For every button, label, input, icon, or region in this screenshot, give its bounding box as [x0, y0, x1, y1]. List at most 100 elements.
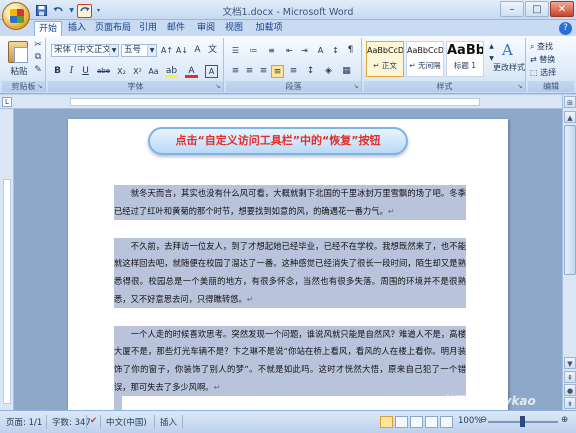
previous-page-icon[interactable]: ⇞ — [564, 371, 576, 383]
line-spacing-icon[interactable]: ↕ — [304, 65, 317, 78]
clear-format-button[interactable]: A — [191, 44, 204, 57]
proofing-icon[interactable]: ✔ — [90, 416, 97, 426]
tab-references[interactable]: 引用 — [136, 21, 160, 36]
highlight-icon[interactable]: ab — [165, 65, 178, 78]
vertical-ruler-track — [3, 179, 11, 404]
scroll-thumb[interactable] — [564, 125, 576, 275]
outline-view-icon[interactable] — [425, 416, 438, 428]
scroll-up-icon[interactable]: ▲ — [564, 111, 576, 123]
bullets-icon[interactable]: ☰ — [229, 44, 242, 57]
full-screen-reading-icon[interactable] — [395, 416, 408, 428]
tab-view[interactable]: 视图 — [222, 21, 246, 36]
language-indicator[interactable]: 中文(中国) — [106, 416, 147, 428]
style-heading-1[interactable]: AaBb 标题 1 — [446, 41, 484, 77]
tab-addins[interactable]: 加载项 — [252, 21, 286, 36]
document-page[interactable]: 点击“自定义访问工具栏”中的“恢复”按钮 就冬天而言，其实也没有什么风可看，大概… — [68, 119, 508, 410]
page-count[interactable]: 页面: 1/1 — [6, 416, 42, 428]
office-button[interactable] — [2, 2, 30, 30]
clipboard-launcher-icon[interactable]: ↘ — [36, 83, 44, 91]
font-name-value: 宋体 (中文正文) — [54, 45, 115, 55]
print-layout-icon[interactable] — [380, 416, 393, 428]
tab-mailings[interactable]: 邮件 — [164, 21, 188, 36]
help-icon[interactable]: ? — [559, 22, 572, 35]
zoom-in-icon[interactable]: ⊕ — [561, 415, 568, 425]
decrease-indent-icon[interactable]: ⇤ — [283, 44, 296, 57]
bold-button[interactable]: B — [51, 65, 64, 78]
chevron-down-icon: ▼ — [109, 45, 118, 56]
ruler-toggle-icon[interactable]: ⊞ — [564, 96, 576, 108]
increase-indent-icon[interactable]: ⇥ — [298, 44, 311, 57]
word-count[interactable]: 字数: 347 — [52, 416, 91, 428]
change-case-icon[interactable]: Aa — [147, 65, 160, 78]
show-marks-icon[interactable]: ¶ — [344, 44, 357, 57]
watermark: 考无忧 Easykao — [440, 394, 536, 408]
zoom-out-icon[interactable]: ⊖ — [480, 415, 487, 425]
select-button[interactable]: ⬚ 选择 — [530, 66, 556, 79]
find-button[interactable]: ⌕ 查找 — [530, 40, 553, 53]
empty-paragraph[interactable] — [114, 396, 122, 410]
tab-home[interactable]: 开始 — [34, 21, 62, 36]
paragraph[interactable]: 就冬天而言，其实也没有什么风可看，大概就剩下北国的千里冰封万里雪飘的场了吧。冬季… — [114, 185, 466, 221]
insert-mode[interactable]: 插入 — [160, 416, 177, 428]
shading-icon[interactable]: ◈ — [322, 65, 335, 78]
close-icon[interactable]: ✕ — [550, 1, 574, 17]
change-styles-label: 更改样式 — [493, 63, 525, 72]
tab-insert[interactable]: 插入 — [64, 21, 90, 36]
zoom-level[interactable]: 100% — [458, 416, 482, 426]
italic-button[interactable]: I — [65, 65, 78, 78]
justify-icon[interactable]: ≡ — [271, 65, 284, 78]
vertical-scrollbar[interactable]: ⊞ ▲ ▼ ⇞ ● ⇟ — [562, 95, 576, 410]
chinese-layout-icon[interactable]: A — [314, 44, 327, 57]
tab-selector-icon[interactable]: L — [2, 97, 12, 107]
editing-group: ⌕ 查找 ⇄ 替换 ⬚ 选择 编辑 — [528, 38, 574, 92]
draft-view-icon[interactable] — [440, 416, 453, 428]
font-group: 宋体 (中文正文) ▼ 五号 ▼ A↑ A↓ A 文 B I U abe X₂ … — [48, 38, 224, 92]
paste-icon[interactable] — [8, 41, 28, 63]
cut-icon[interactable]: ✂ — [32, 40, 44, 51]
font-size-dropdown[interactable]: 五号 ▼ — [121, 44, 157, 57]
replace-button[interactable]: ⇄ 替换 — [530, 53, 555, 66]
scroll-down-icon[interactable]: ▼ — [564, 357, 576, 369]
font-color-icon[interactable]: A — [185, 65, 198, 78]
change-styles-button[interactable]: A 更改样式 — [492, 40, 526, 73]
document-body[interactable]: 就冬天而言，其实也没有什么风可看，大概就剩下北国的千里冰封万里雪飘的场了吧。冬季… — [114, 185, 466, 410]
zoom-slider-thumb[interactable] — [520, 416, 525, 427]
format-painter-icon[interactable]: ✎ — [32, 65, 44, 76]
align-left-icon[interactable]: ≡ — [229, 65, 242, 78]
shrink-font-button[interactable]: A↓ — [175, 44, 189, 57]
svg-text:A: A — [501, 41, 513, 59]
strikethrough-button[interactable]: abe — [97, 65, 110, 78]
styles-launcher-icon[interactable]: ↘ — [516, 83, 524, 91]
browse-object-icon[interactable]: ● — [564, 384, 576, 396]
font-name-dropdown[interactable]: 宋体 (中文正文) ▼ — [51, 44, 119, 57]
paragraph[interactable]: 一个人走的时候喜欢思考。突然发现一个问题，谁说风就只能是自然风？难道人不是，高楼… — [114, 325, 466, 397]
grow-font-button[interactable]: A↑ — [160, 44, 174, 57]
tab-page-layout[interactable]: 页面布局 — [92, 21, 134, 36]
vertical-ruler[interactable] — [0, 109, 14, 410]
paste-button[interactable]: 粘贴 — [4, 65, 34, 77]
superscript-button[interactable]: X² — [131, 65, 144, 78]
borders-icon[interactable]: ▦ — [340, 65, 353, 78]
web-layout-icon[interactable] — [410, 416, 423, 428]
style-normal[interactable]: AaBbCcDd ↵ 正文 — [366, 41, 404, 77]
copy-icon[interactable]: ⧉ — [32, 52, 44, 63]
style-no-spacing[interactable]: AaBbCcDd ↵ 无间隔 — [406, 41, 444, 77]
minimize-icon[interactable]: – — [500, 1, 524, 17]
paragraph[interactable]: 不久前，去拜访一位友人，到了才想起她已经毕业，已经不在学校。我想既然来了，也不能… — [114, 237, 466, 309]
char-border-icon[interactable]: A — [205, 65, 218, 78]
paragraph-launcher-icon[interactable]: ↘ — [352, 83, 360, 91]
phonetic-icon[interactable]: 文 — [206, 44, 219, 57]
sort-icon[interactable]: ↕ — [329, 44, 342, 57]
align-right-icon[interactable]: ≡ — [257, 65, 270, 78]
distributed-icon[interactable]: ≡ — [287, 65, 300, 78]
tab-review[interactable]: 审阅 — [194, 21, 218, 36]
maximize-icon[interactable]: □ — [525, 1, 549, 17]
horizontal-ruler[interactable]: L — [0, 95, 576, 109]
multilevel-list-icon[interactable]: ≡ — [265, 44, 278, 57]
next-page-icon[interactable]: ⇟ — [564, 397, 576, 409]
subscript-button[interactable]: X₂ — [115, 65, 128, 78]
numbering-icon[interactable]: ≔ — [247, 44, 260, 57]
font-launcher-icon[interactable]: ↘ — [214, 83, 222, 91]
underline-button[interactable]: U — [79, 65, 92, 78]
align-center-icon[interactable]: ≡ — [243, 65, 256, 78]
